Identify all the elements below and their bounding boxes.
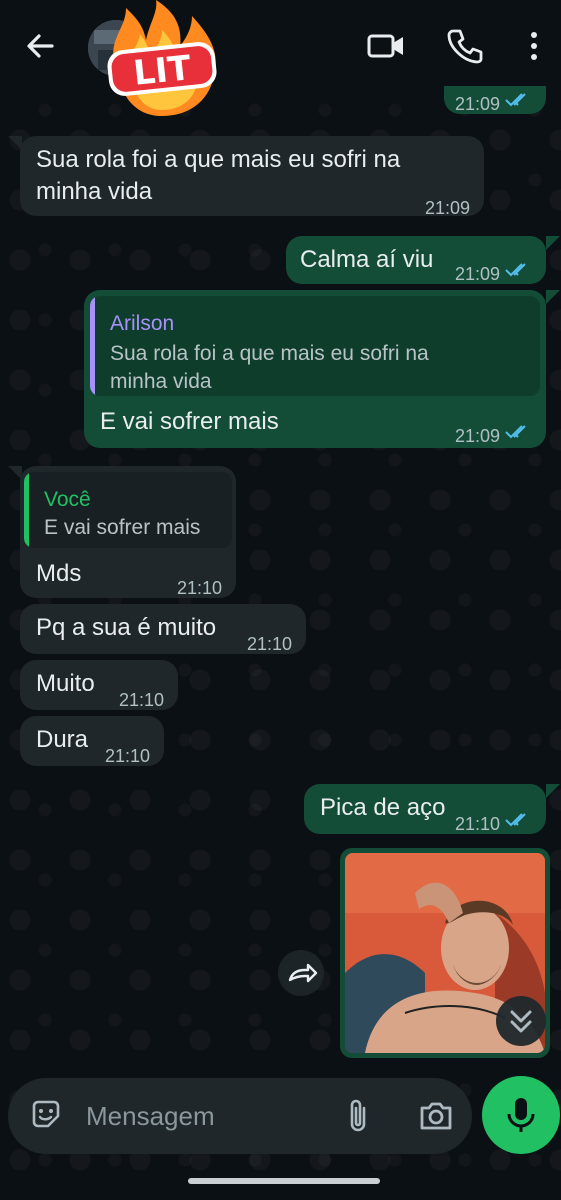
quote-bar (24, 472, 29, 548)
scroll-to-bottom-button[interactable] (496, 996, 546, 1046)
message-input[interactable] (84, 1092, 328, 1140)
quote-bar (90, 296, 95, 396)
sticker-icon[interactable] (28, 1096, 64, 1132)
quote-text-line: E vai sofrer mais (44, 516, 201, 539)
message-text: Dura (36, 726, 89, 753)
message-text: Pq a sua é muito (36, 614, 217, 641)
message-outgoing[interactable]: Pica de aço 21:10 (304, 784, 546, 834)
message-outgoing[interactable]: Calma aí viu 21:09 (286, 236, 546, 284)
video-call-icon[interactable] (366, 26, 406, 66)
read-ticks-icon (505, 813, 526, 827)
chat-header: on LIT (0, 0, 561, 116)
lit-sticker-label: LIT (132, 48, 194, 94)
message-incoming-reply[interactable]: Você E vai sofrer mais Mds 21:10 (20, 466, 236, 598)
message-outgoing-reply[interactable]: Arilson Sua rola foi a que mais eu sofri… (84, 290, 546, 448)
message-text: Pica de aço (320, 794, 446, 821)
message-outgoing[interactable]: 21:09 (444, 86, 546, 114)
message-time: 21:09 (424, 198, 470, 218)
quote-author: Arilson (110, 312, 175, 335)
message-incoming[interactable]: Sua rola foi a que mais eu sofri na minh… (20, 136, 484, 218)
quoted-message[interactable]: Arilson Sua rola foi a que mais eu sofri… (90, 296, 540, 396)
message-time: 21:09 (454, 426, 500, 446)
quote-author: Você (44, 488, 91, 511)
message-text-line: minha vida (36, 178, 153, 205)
phone-icon[interactable] (444, 26, 484, 66)
message-time: 21:10 (454, 814, 500, 834)
message-text-line: Sua rola foi a que mais eu sofri na (36, 146, 401, 173)
bubble-tail (546, 236, 560, 250)
message-time: 21:10 (118, 690, 164, 710)
message-incoming[interactable]: Dura 21:10 (20, 716, 164, 766)
message-incoming[interactable]: Muito 21:10 (20, 660, 178, 710)
home-indicator (188, 1178, 380, 1184)
message-time: 21:10 (176, 578, 222, 598)
lit-fire-sticker: LIT (107, 0, 217, 116)
message-text: Mds (36, 560, 82, 587)
read-ticks-icon (505, 263, 526, 277)
more-vertical-icon[interactable] (514, 26, 554, 66)
quote-text-line: Sua rola foi a que mais eu sofri na (110, 342, 429, 365)
message-text: E vai sofrer mais (100, 408, 279, 435)
message-time: 21:09 (454, 264, 500, 284)
bubble-tail (546, 784, 560, 798)
read-ticks-icon (505, 425, 526, 439)
message-text: Muito (36, 670, 95, 697)
message-time: 21:10 (104, 746, 150, 766)
message-time: 21:09 (454, 94, 500, 114)
quoted-message[interactable]: Você E vai sofrer mais (24, 472, 232, 548)
attach-paperclip-icon[interactable] (340, 1096, 376, 1136)
camera-icon[interactable] (416, 1096, 456, 1136)
message-incoming[interactable]: Pq a sua é muito 21:10 (20, 604, 306, 654)
read-ticks-icon (505, 93, 526, 107)
double-chevron-down-icon (510, 1010, 532, 1033)
bubble-tail (546, 290, 560, 304)
quote-text-line: minha vida (110, 370, 212, 393)
forward-icon (288, 963, 318, 983)
microphone-icon (507, 1098, 535, 1132)
back-arrow-icon[interactable] (22, 28, 58, 64)
voice-message-button[interactable] (482, 1076, 560, 1154)
forward-button[interactable] (278, 950, 324, 996)
message-time: 21:10 (246, 634, 292, 654)
message-text: Calma aí viu (300, 246, 434, 273)
